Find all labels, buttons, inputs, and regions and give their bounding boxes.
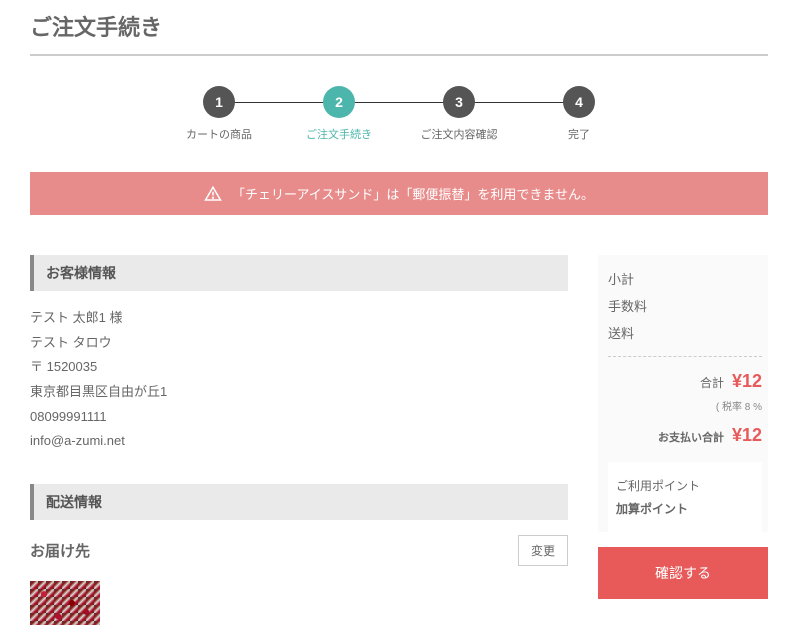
subtotal-row: 小計	[608, 265, 762, 292]
step-label: ご注文内容確認	[421, 126, 498, 142]
pay-total-value: ¥12	[732, 425, 762, 446]
shipping-row: 送料	[608, 319, 762, 346]
customer-section-header: お客様情報	[30, 255, 568, 291]
pay-total-label: お支払い合計	[658, 429, 724, 445]
step-procedure: 2 ご注文手続き	[279, 86, 399, 142]
page-title: ご注文手続き	[30, 10, 768, 56]
customer-email: info@a-zumi.net	[30, 429, 568, 454]
step-number: 4	[563, 86, 595, 118]
order-summary: 小計 手数料 送料 合計 ¥12 ( 税率 8 % お支払い合計 ¥12	[598, 255, 768, 599]
customer-address: 東京都目黒区自由が丘1	[30, 380, 568, 405]
customer-kana: テスト タロウ	[30, 331, 568, 356]
customer-name: テスト 太郎1 様	[30, 306, 568, 331]
subtotal-label: 小計	[608, 269, 634, 288]
fee-row: 手数料	[608, 292, 762, 319]
change-delivery-button[interactable]: 変更	[518, 535, 568, 566]
shipping-section-header: 配送情報	[30, 484, 568, 520]
warning-icon	[204, 185, 222, 203]
step-label: 完了	[568, 126, 590, 142]
total-value: ¥12	[732, 371, 762, 392]
step-cart: 1 カートの商品	[159, 86, 279, 142]
tax-note: ( 税率 8 %	[608, 396, 762, 421]
total-label: 合計	[700, 374, 724, 391]
checkout-stepper: 1 カートの商品 2 ご注文手続き 3 ご注文内容確認 4 完了	[30, 86, 768, 142]
step-number: 1	[203, 86, 235, 118]
step-number: 3	[443, 86, 475, 118]
pay-total-row: お支払い合計 ¥12	[608, 421, 762, 450]
step-complete: 4 完了	[519, 86, 639, 142]
alert-text: 「チェリーアイスサンド」は「郵便振替」を利用できません。	[232, 184, 594, 203]
fee-label: 手数料	[608, 296, 647, 315]
use-points-row: ご利用ポイント	[616, 474, 754, 497]
points-box: ご利用ポイント 加算ポイント	[608, 462, 762, 532]
product-thumbnail	[30, 581, 100, 625]
step-number: 2	[323, 86, 355, 118]
confirm-button[interactable]: 確認する	[598, 547, 768, 599]
customer-phone: 08099991111	[30, 405, 568, 430]
step-confirm: 3 ご注文内容確認	[399, 86, 519, 142]
delivery-title: お届け先	[30, 540, 90, 561]
total-row: 合計 ¥12	[608, 367, 762, 396]
step-label: ご注文手続き	[306, 126, 372, 142]
customer-info: テスト 太郎1 様 テスト タロウ 〒 1520035 東京都目黒区自由が丘1 …	[30, 306, 568, 454]
shipping-label: 送料	[608, 323, 634, 342]
add-points-row: 加算ポイント	[616, 497, 754, 520]
main-content: お客様情報 テスト 太郎1 様 テスト タロウ 〒 1520035 東京都目黒区…	[30, 255, 568, 625]
customer-zip: 〒 1520035	[30, 355, 568, 380]
step-label: カートの商品	[186, 126, 252, 142]
alert-banner: 「チェリーアイスサンド」は「郵便振替」を利用できません。	[30, 172, 768, 215]
